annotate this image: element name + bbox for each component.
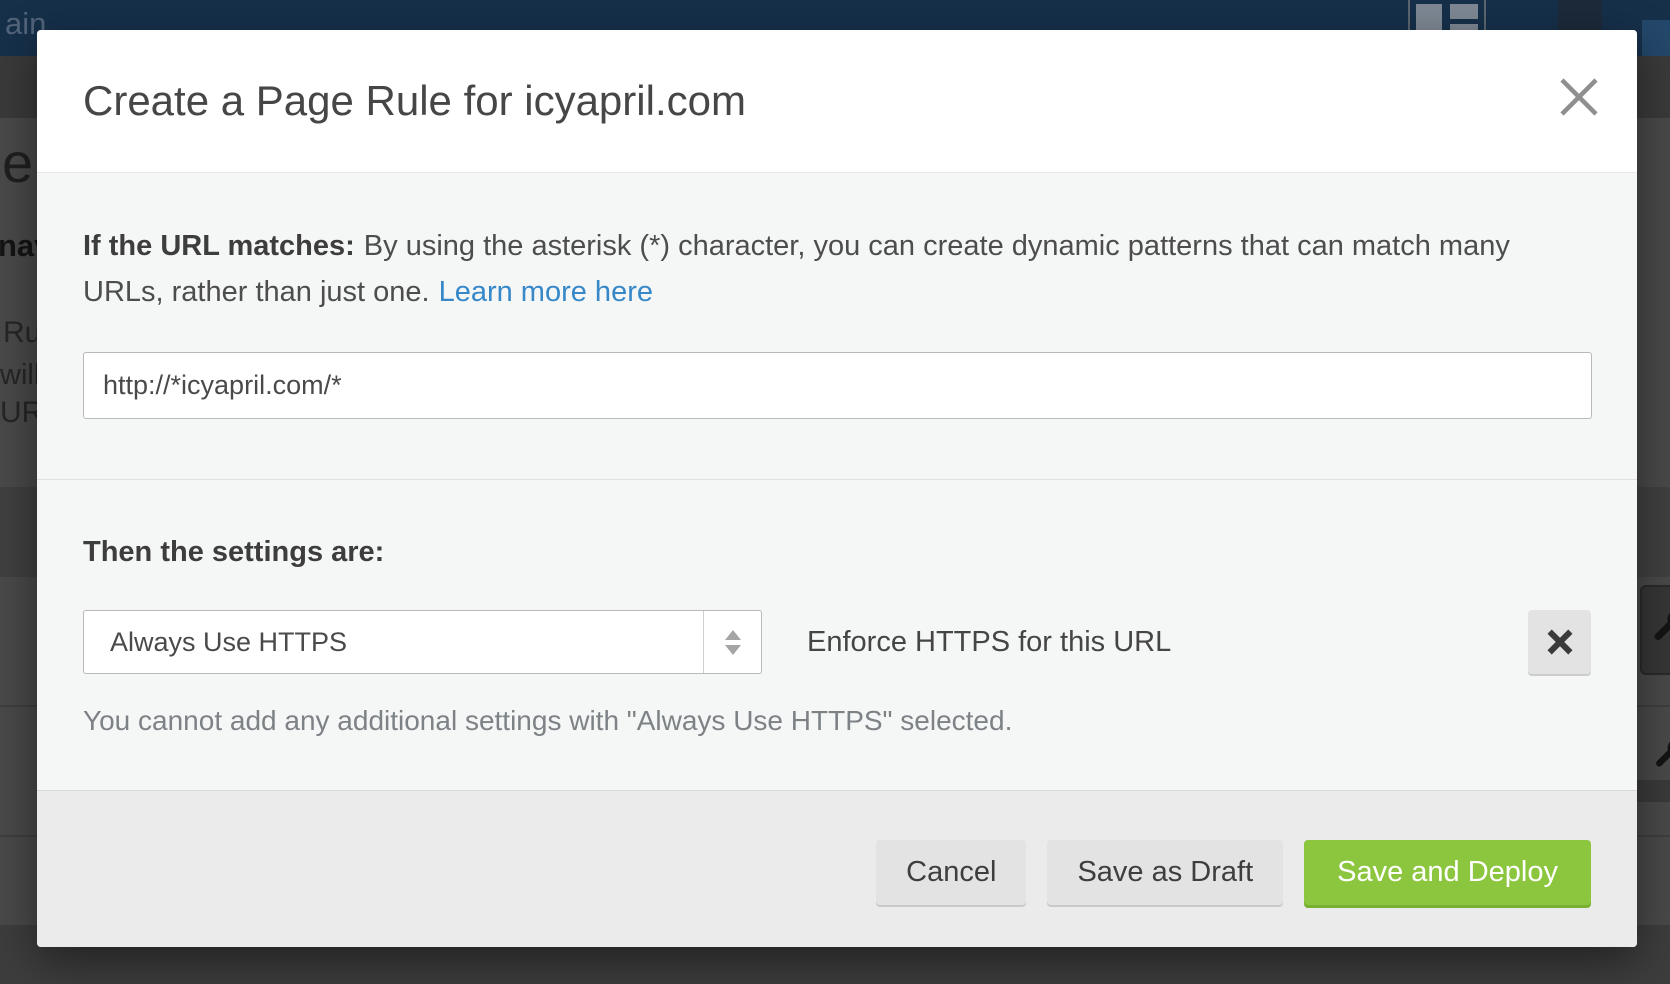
settings-section: Then the settings are: Always Use HTTPS … — [37, 479, 1637, 820]
setting-description: Enforce HTTPS for this URL — [807, 626, 1171, 659]
backdrop-right-strip — [1637, 56, 1670, 984]
settings-note: You cannot add any additional settings w… — [83, 705, 1591, 737]
chevron-up-icon — [725, 630, 741, 640]
modal-footer: Cancel Save as Draft Save and Deploy — [37, 790, 1637, 947]
close-button[interactable] — [1557, 75, 1601, 119]
save-and-deploy-button[interactable]: Save and Deploy — [1304, 840, 1591, 905]
backdrop-text-fragment: e — [2, 130, 33, 195]
modal-header: Create a Page Rule for icyapril.com — [37, 30, 1637, 173]
nav-button-partial — [1642, 20, 1670, 56]
screen: e nav Ru will UR ain. — [0, 0, 1670, 984]
setting-select-value: Always Use HTTPS — [84, 627, 347, 658]
select-stepper[interactable] — [703, 611, 761, 673]
save-as-draft-button[interactable]: Save as Draft — [1047, 840, 1283, 905]
backdrop-text-fragment: will — [0, 359, 40, 392]
settings-heading: Then the settings are: — [83, 534, 1591, 570]
remove-icon — [1545, 627, 1575, 657]
create-page-rule-modal: Create a Page Rule for icyapril.com If t… — [37, 30, 1637, 947]
backdrop-band — [1637, 780, 1670, 802]
url-match-section: If the URL matches:By using the asterisk… — [37, 173, 1637, 479]
cancel-button[interactable]: Cancel — [876, 840, 1026, 905]
url-match-label: If the URL matches: — [83, 230, 355, 262]
wrench-icon — [1651, 735, 1670, 771]
close-icon — [1559, 77, 1599, 117]
url-match-description: If the URL matches:By using the asterisk… — [83, 223, 1588, 315]
url-pattern-input[interactable] — [83, 352, 1592, 419]
wrench-icon — [1649, 605, 1670, 645]
remove-setting-button[interactable] — [1528, 610, 1591, 674]
setting-row: Always Use HTTPS Enforce HTTPS for this … — [83, 610, 1591, 674]
learn-more-link[interactable]: Learn more here — [439, 276, 653, 308]
backdrop-text-fragment: Ru — [3, 316, 41, 350]
setting-select[interactable]: Always Use HTTPS — [83, 610, 762, 674]
modal-title: Create a Page Rule for icyapril.com — [83, 77, 746, 125]
chevron-down-icon — [725, 645, 741, 655]
